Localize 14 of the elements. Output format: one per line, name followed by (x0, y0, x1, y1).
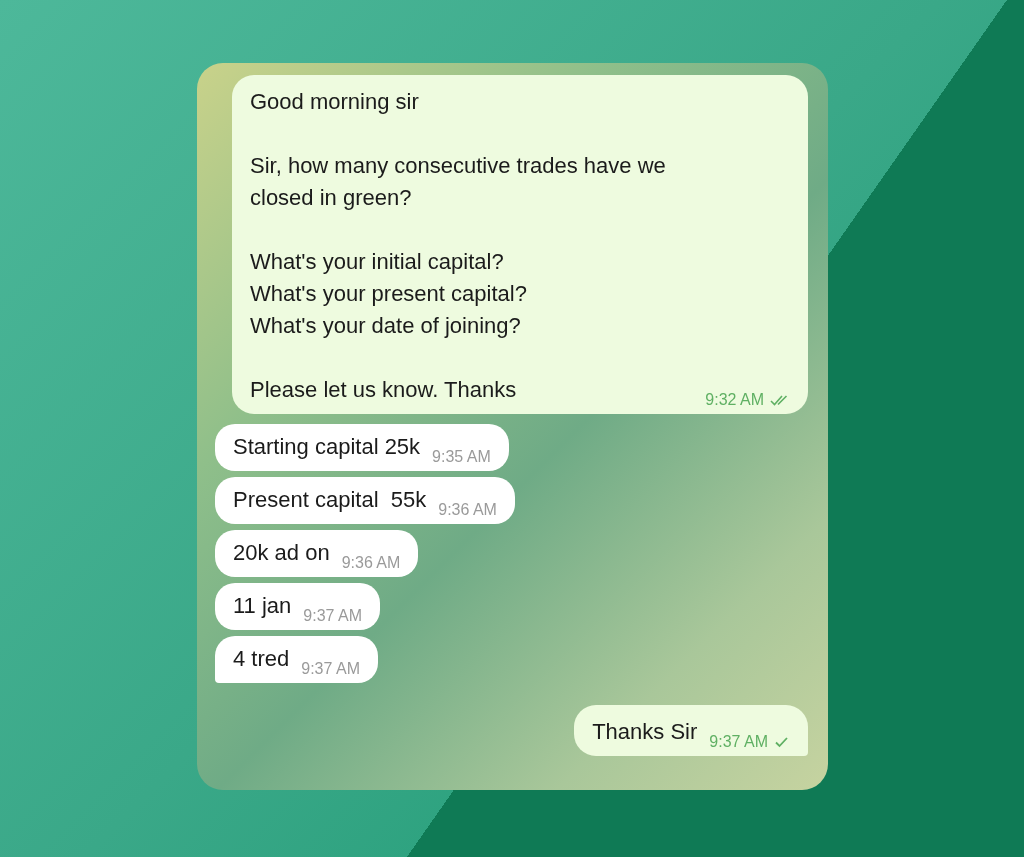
message-text: 4 tred (233, 645, 290, 673)
message-time: 9:36 AM (438, 500, 497, 520)
message-time: 9:37 AM (709, 732, 768, 752)
message-time: 9:35 AM (432, 447, 491, 467)
message-time: 9:37 AM (303, 606, 362, 626)
message-time: 9:36 AM (341, 553, 401, 573)
message-text: 11 jan (233, 592, 292, 620)
message-text: Present capital 55k (233, 486, 427, 514)
message-text: Thanks Sir (592, 718, 698, 746)
message-time: 9:37 AM (301, 659, 360, 679)
message-text: Starting capital 25k (233, 433, 421, 461)
message-text: Good morning sir Sir, how many consecutive trades have we closed in green? What's your initial capital? What's your present capital? What's your date of joining? Please let us know. Thanks (250, 88, 667, 404)
message-text: 20k ad on (233, 539, 330, 567)
message-time: 9:32 AM (705, 390, 764, 410)
